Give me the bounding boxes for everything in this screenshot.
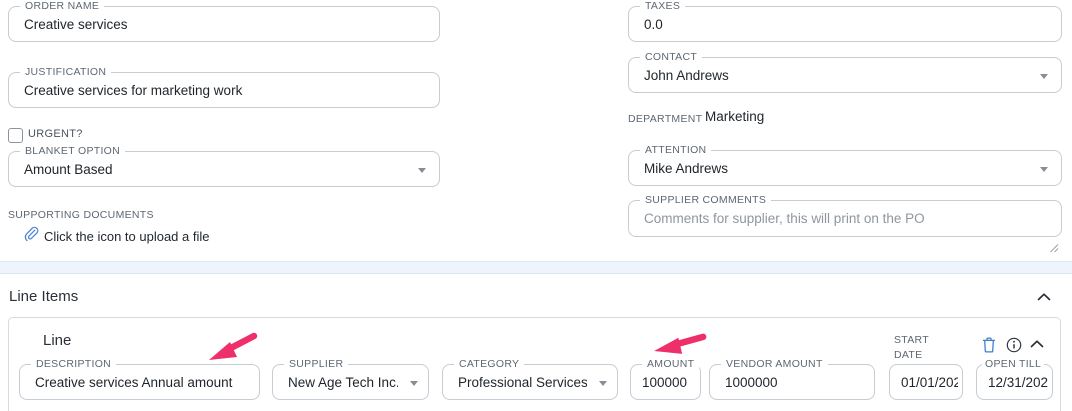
line-item-card: Line DESCRIPTION Creative services Annua… [8, 317, 1061, 411]
order-name-field[interactable]: ORDER NAME Creative services [8, 0, 440, 42]
description-label: DESCRIPTION [31, 358, 117, 371]
taxes-label: TAXES [640, 0, 686, 13]
caret-down-icon [418, 168, 426, 173]
contact-dropdown[interactable]: CONTACT John Andrews [628, 51, 1062, 93]
urgent-checkbox[interactable] [8, 128, 23, 143]
order-name-label: ORDER NAME [20, 0, 105, 13]
justification-field[interactable]: JUSTIFICATION Creative services for mark… [8, 66, 440, 108]
supplier-comments-placeholder: Comments for supplier, this will print o… [644, 211, 925, 226]
supplier-comments-label: SUPPLIER COMMENTS [640, 194, 772, 207]
open-till-value: 12/31/202 [988, 375, 1048, 390]
contact-label: CONTACT [640, 51, 703, 64]
start-date-field[interactable]: 01/01/202 [889, 364, 963, 400]
order-name-value: Creative services [24, 17, 128, 32]
attention-value: Mike Andrews [644, 161, 729, 176]
amount-field[interactable]: AMOUNT 100000 [630, 358, 701, 400]
justification-label: JUSTIFICATION [20, 66, 112, 79]
taxes-field[interactable]: TAXES 0.0 [628, 0, 1062, 42]
upload-hint-text: Click the icon to upload a file [44, 229, 210, 244]
caret-down-icon [599, 381, 607, 386]
blanket-option-label: BLANKET OPTION [20, 145, 126, 158]
category-dropdown[interactable]: CATEGORY Professional Services [442, 358, 618, 400]
urgent-checkbox-label: URGENT? [28, 128, 83, 140]
start-date-value: 01/01/202 [901, 375, 958, 390]
caret-down-icon [1040, 167, 1048, 172]
category-label: CATEGORY [454, 358, 525, 371]
amount-value: 100000 [642, 375, 688, 390]
supplier-label: SUPPLIER [284, 358, 349, 371]
taxes-value: 0.0 [644, 17, 663, 32]
vendor-amount-field[interactable]: VENDOR AMOUNT 1000000 [709, 358, 875, 400]
description-value: Creative services Annual amount [35, 375, 233, 390]
attention-dropdown[interactable]: ATTENTION Mike Andrews [628, 144, 1062, 186]
supplier-comments-textarea[interactable]: SUPPLIER COMMENTS Comments for supplier,… [628, 194, 1062, 237]
chevron-up-icon[interactable] [1030, 340, 1044, 348]
supplier-value: New Age Tech Inc. [288, 375, 398, 390]
supplier-dropdown[interactable]: SUPPLIER New Age Tech Inc. [272, 358, 429, 400]
amount-label: AMOUNT [642, 358, 700, 371]
open-till-label: OPEN TILL [982, 358, 1045, 371]
resize-grip-icon[interactable] [1049, 243, 1059, 253]
blanket-option-value: Amount Based [24, 162, 113, 177]
blanket-option-dropdown[interactable]: BLANKET OPTION Amount Based [8, 145, 440, 187]
purchase-order-form: ORDER NAME Creative services JUSTIFICATI… [0, 0, 1072, 411]
vendor-amount-value: 1000000 [725, 375, 778, 390]
category-value: Professional Services [458, 375, 587, 390]
paperclip-icon[interactable] [23, 226, 40, 243]
caret-down-icon [410, 381, 418, 386]
line-items-section-title: Line Items [9, 288, 79, 305]
chevron-up-icon[interactable] [1037, 293, 1051, 301]
vendor-amount-label: VENDOR AMOUNT [721, 358, 828, 371]
line-item-title: Line [43, 332, 72, 349]
contact-value: John Andrews [644, 68, 729, 83]
caret-down-icon [1040, 74, 1048, 79]
trash-icon[interactable] [982, 337, 996, 353]
open-till-field[interactable]: OPEN TILL 12/31/202 [976, 358, 1053, 400]
section-divider [0, 261, 1072, 274]
start-date-label: START DATE [894, 334, 929, 361]
supporting-documents-label: SUPPORTING DOCUMENTS [8, 209, 154, 221]
attention-label: ATTENTION [640, 144, 712, 157]
info-icon[interactable] [1006, 337, 1022, 353]
justification-value: Creative services for marketing work [24, 83, 243, 98]
pink-arrow-description [204, 329, 260, 368]
description-field[interactable]: DESCRIPTION Creative services Annual amo… [19, 358, 260, 400]
department-label: DEPARTMENT [628, 113, 703, 125]
department-value: Marketing [705, 109, 765, 124]
